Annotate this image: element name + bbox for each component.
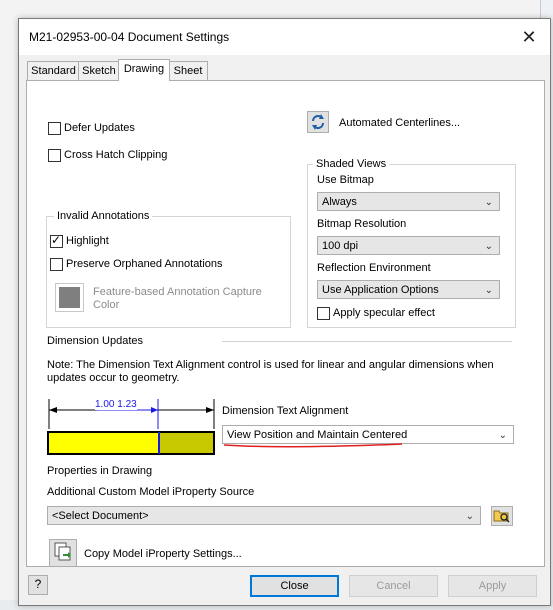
copy-iproperty-settings-button[interactable]: [49, 539, 77, 567]
cross-hatch-clipping-label: Cross Hatch Clipping: [64, 149, 168, 161]
help-icon: ?: [34, 577, 42, 591]
properties-in-drawing-title: Properties in Drawing: [47, 465, 153, 477]
copy-iproperty-settings-label: Copy Model iProperty Settings...: [84, 548, 242, 560]
title-bar: M21-02953-00-04 Document Settings ✕: [19, 19, 550, 55]
close-icon[interactable]: ✕: [517, 25, 541, 49]
tab-drawing[interactable]: Drawing: [118, 59, 170, 81]
chevron-down-icon: ⌄: [484, 241, 493, 252]
close-button[interactable]: Close: [250, 575, 339, 597]
reflection-environment-select[interactable]: Use Application Options ⌄: [317, 280, 500, 299]
chevron-down-icon: ⌄: [484, 197, 493, 208]
chevron-down-icon: ⌄: [484, 285, 493, 296]
dimension-preview: 1.00 1.23: [47, 399, 216, 455]
apply-button[interactable]: Apply: [448, 575, 537, 597]
tab-standard[interactable]: Standard: [27, 61, 80, 80]
dimension-text-alignment-value: View Position and Maintain Centered: [227, 429, 408, 441]
copy-settings-icon: [54, 542, 71, 561]
capture-color-label-1: Feature-based Annotation Capture: [93, 286, 262, 298]
defer-updates-checkbox[interactable]: [48, 122, 61, 135]
automated-centerlines-label: Automated Centerlines...: [339, 117, 461, 129]
tab-sketch[interactable]: Sketch: [78, 61, 120, 80]
dimension-note-line-2: updates occur to geometry.: [47, 372, 180, 384]
chevron-down-icon: ⌄: [498, 430, 507, 441]
automated-centerlines-button[interactable]: [307, 111, 329, 133]
chevron-down-icon: ⌄: [465, 511, 474, 522]
section-divider: [222, 341, 512, 342]
dimension-updates-title: Dimension Updates: [47, 335, 143, 347]
iproperty-source-label: Additional Custom Model iProperty Source: [47, 486, 255, 498]
bitmap-resolution-value: 100 dpi: [322, 240, 359, 252]
defer-updates-label: Defer Updates: [64, 122, 135, 134]
reflection-environment-label: Reflection Environment: [317, 262, 431, 274]
specular-effect-label: Apply specular effect: [333, 307, 435, 319]
specular-effect-checkbox[interactable]: [317, 307, 330, 320]
highlight-label: Highlight: [66, 235, 109, 247]
reflection-environment-value: Use Application Options: [322, 284, 439, 296]
dimension-preview-text: 1.00 1.23: [95, 399, 137, 410]
use-bitmap-select[interactable]: Always ⌄: [317, 192, 500, 211]
dimension-note-line-1: Note: The Dimension Text Alignment contr…: [47, 359, 494, 371]
use-bitmap-label: Use Bitmap: [317, 174, 374, 186]
help-button[interactable]: ?: [28, 575, 48, 595]
use-bitmap-value: Always: [322, 196, 357, 208]
preserve-orphaned-checkbox[interactable]: [50, 258, 63, 271]
folder-search-icon: [493, 510, 510, 523]
tab-sheet[interactable]: Sheet: [168, 61, 208, 80]
document-settings-dialog: M21-02953-00-04 Document Settings ✕ Stan…: [18, 18, 551, 606]
dimension-text-alignment-label: Dimension Text Alignment: [222, 405, 349, 417]
browse-document-button[interactable]: [491, 506, 513, 526]
color-swatch-fill: [59, 287, 80, 308]
iproperty-source-select[interactable]: <Select Document> ⌄: [47, 506, 481, 525]
capture-color-swatch[interactable]: [55, 283, 84, 312]
drawing-tab-panel: Defer Updates Cross Hatch Clipping Autom…: [26, 80, 545, 567]
refresh-icon: [312, 114, 324, 130]
highlight-checkbox[interactable]: [50, 233, 63, 248]
cross-hatch-clipping-checkbox[interactable]: [48, 149, 61, 162]
window-title: M21-02953-00-04 Document Settings: [29, 30, 230, 44]
invalid-annotations-title: Invalid Annotations: [54, 210, 153, 222]
iproperty-source-value: <Select Document>: [52, 510, 149, 522]
red-underline-annotation: [223, 443, 403, 448]
shaded-views-title: Shaded Views: [313, 158, 390, 170]
preserve-orphaned-label: Preserve Orphaned Annotations: [66, 258, 223, 270]
bitmap-resolution-label: Bitmap Resolution: [317, 218, 407, 230]
bitmap-resolution-select[interactable]: 100 dpi ⌄: [317, 236, 500, 255]
capture-color-label-2: Color: [93, 299, 120, 311]
cancel-button[interactable]: Cancel: [349, 575, 438, 597]
